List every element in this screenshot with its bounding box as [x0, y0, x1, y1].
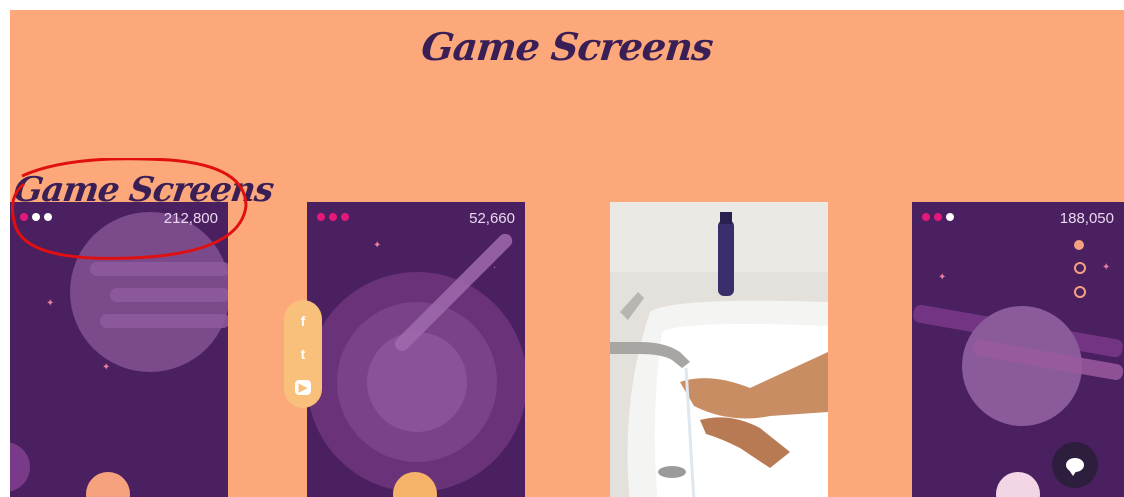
- life-dot: [946, 213, 954, 221]
- game-screen-card-1[interactable]: ✦ ✦ 212,800: [10, 202, 228, 497]
- life-dot: [922, 213, 930, 221]
- social-share-bar: f t ▶: [284, 300, 322, 408]
- sparkle-icon: ✦: [102, 362, 111, 373]
- life-dot: [934, 213, 942, 221]
- sparkle-icon: ·: [493, 262, 497, 273]
- life-dot: [329, 213, 337, 221]
- sparkle-icon: ✦: [938, 272, 947, 283]
- score-text: 188,050: [1059, 210, 1114, 227]
- lives-indicator: [317, 213, 349, 221]
- page-title: Game Screens: [419, 24, 715, 69]
- small-planet: [10, 442, 30, 492]
- facebook-icon[interactable]: f: [301, 313, 306, 329]
- overlay-title: Game Screens: [11, 170, 276, 210]
- life-dot: [20, 213, 28, 221]
- life-dot: [32, 213, 40, 221]
- life-dot: [317, 213, 325, 221]
- hands-washing-photo: [610, 202, 828, 497]
- youtube-icon[interactable]: ▶: [294, 380, 312, 396]
- sparkle-icon: ✦: [373, 240, 382, 251]
- sparkle-icon: ✦: [46, 298, 55, 309]
- progress-dot-empty: [1074, 262, 1086, 274]
- lives-indicator: [922, 213, 954, 221]
- sparkle-icon: ✦: [1102, 262, 1111, 273]
- score-text: 212,800: [163, 210, 218, 227]
- planet-streak: [110, 288, 228, 302]
- photo-illustration: [610, 202, 828, 497]
- progress-dot-empty: [1074, 286, 1086, 298]
- game-button[interactable]: [86, 472, 130, 497]
- chat-bubble-icon: [1066, 458, 1084, 476]
- target-ring-inner: [367, 332, 467, 432]
- planet-streak: [90, 262, 228, 276]
- planet-streak: [100, 314, 228, 328]
- lives-indicator: [20, 213, 52, 221]
- progress-dot-filled: [1074, 240, 1084, 250]
- page-background: Game Screens ✦ ✦ 212,800 ✦ · 52,660 f t …: [10, 10, 1124, 497]
- game-screen-card-2[interactable]: ✦ · 52,660: [307, 202, 525, 497]
- life-dot: [44, 213, 52, 221]
- game-button[interactable]: [996, 472, 1040, 497]
- life-dot: [341, 213, 349, 221]
- chat-button[interactable]: [1052, 442, 1098, 488]
- score-text: 52,660: [469, 210, 515, 227]
- twitter-icon[interactable]: t: [301, 346, 306, 362]
